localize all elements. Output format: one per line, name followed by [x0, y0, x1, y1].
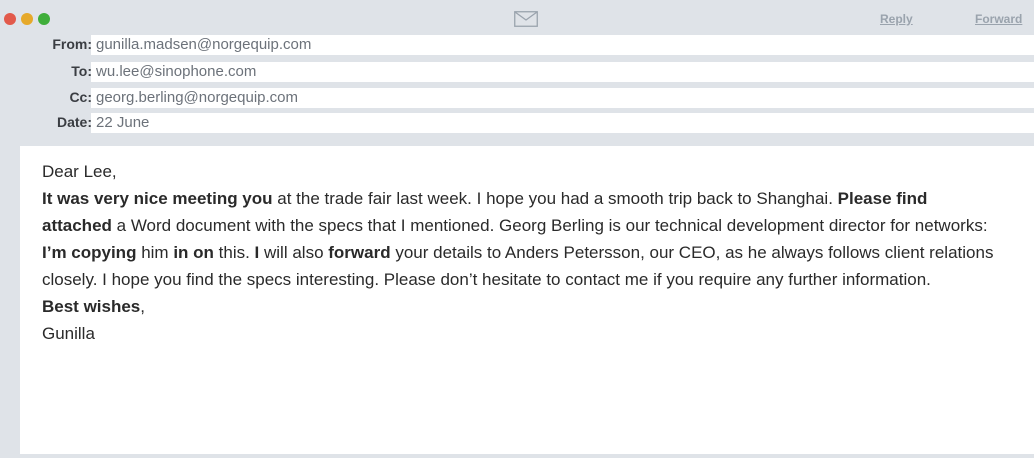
cc-label: Cc: — [69, 89, 92, 105]
date-label: Date: — [56, 114, 92, 130]
signature: Gunilla — [42, 324, 95, 343]
header-date-row: Date: 22 June — [0, 113, 1034, 133]
message-body[interactable]: Dear Lee, It was very nice meeting you a… — [20, 146, 1034, 454]
cc-field[interactable]: georg.berling@norgequip.com — [91, 88, 1034, 108]
bold-phrase: I’m copying — [42, 243, 137, 262]
closing-comma: , — [140, 297, 145, 316]
to-field[interactable]: wu.lee@sinophone.com — [91, 62, 1034, 82]
text-run: this. — [213, 243, 255, 262]
text-run: him — [136, 243, 174, 262]
mail-window: Reply Forward From: gunilla.madsen@norge… — [0, 0, 1034, 458]
bold-phrase: in on — [173, 243, 214, 262]
zoom-window-button[interactable] — [38, 13, 50, 25]
text-run: will also — [259, 243, 329, 262]
text-run: at the trade fair last week. I hope you … — [272, 189, 838, 208]
closing-phrase: Best wishes — [42, 297, 141, 316]
minimize-window-button[interactable] — [21, 13, 33, 25]
to-label: To: — [71, 63, 92, 79]
from-field[interactable]: gunilla.madsen@norgequip.com — [91, 35, 1034, 55]
reply-button[interactable]: Reply — [880, 12, 913, 26]
from-label: From: — [52, 36, 92, 52]
text-run: a Word document with the specs that I me… — [111, 216, 988, 235]
bold-phrase: It was very nice meeting you — [42, 189, 273, 208]
date-field: 22 June — [91, 113, 1034, 133]
header-from-row: From: gunilla.madsen@norgequip.com — [0, 35, 1034, 55]
envelope-icon — [514, 11, 538, 27]
forward-button[interactable]: Forward — [975, 12, 1022, 26]
close-window-button[interactable] — [4, 13, 16, 25]
header-to-row: To: wu.lee@sinophone.com — [0, 62, 1034, 82]
header-cc-row: Cc: georg.berling@norgequip.com — [0, 88, 1034, 108]
bold-phrase: forward — [328, 243, 391, 262]
greeting: Dear Lee, — [42, 162, 117, 181]
message-paragraph: It was very nice meeting you at the trad… — [42, 185, 1002, 293]
closing: Best wishes, — [42, 293, 1002, 320]
message-text: Dear Lee, It was very nice meeting you a… — [42, 158, 1002, 347]
